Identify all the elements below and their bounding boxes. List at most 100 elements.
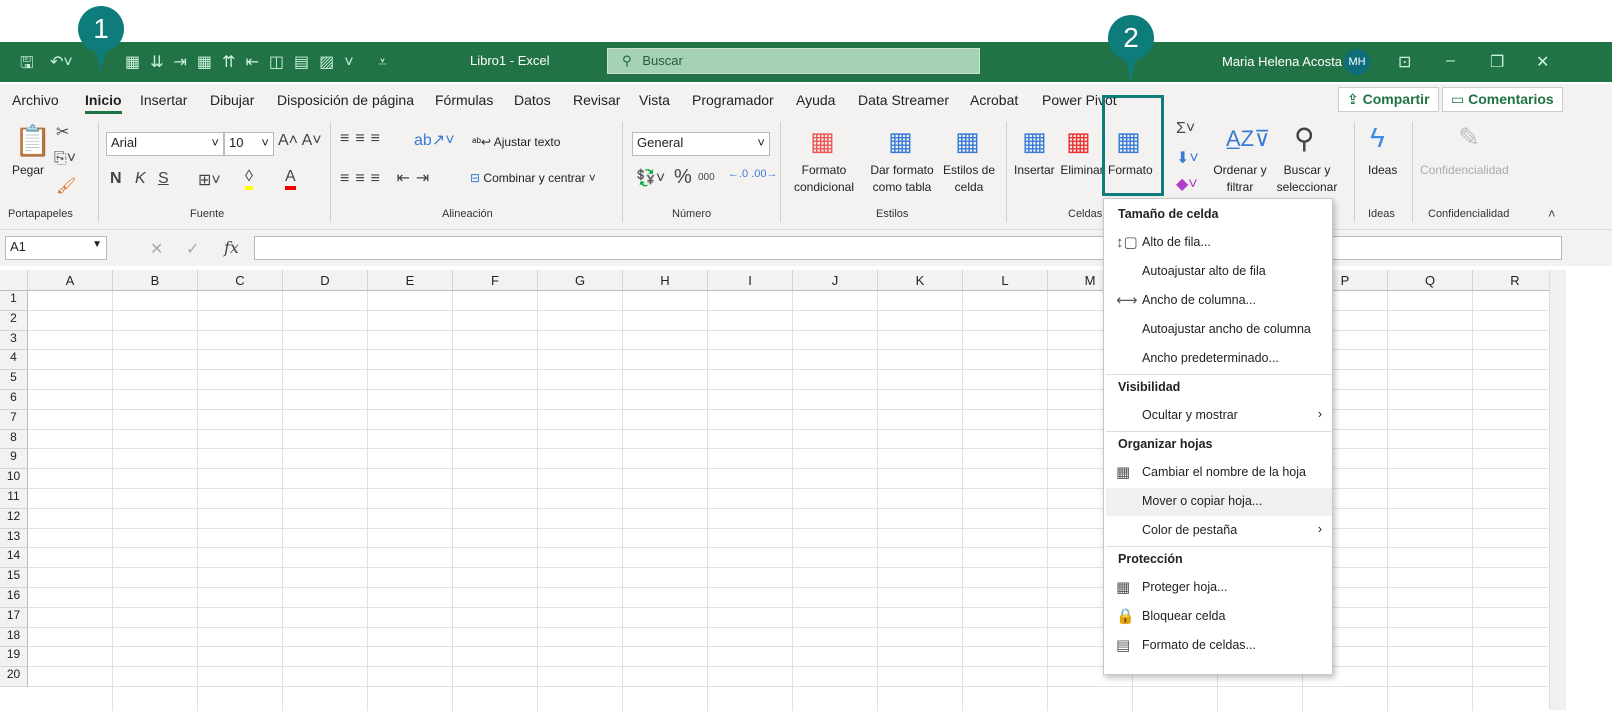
menu-item[interactable]: Autoajustar ancho de columna [1106, 316, 1332, 344]
tab-data-streamer[interactable]: Data Streamer [858, 92, 949, 108]
row-header[interactable]: 6 [0, 390, 28, 410]
font-name-select[interactable]: Arial ˅ [106, 132, 224, 156]
minimize-icon[interactable]: – [1446, 52, 1455, 70]
row-header[interactable]: 7 [0, 409, 28, 430]
autosum-icon[interactable]: Σ˅ [1176, 120, 1195, 138]
tab-revisar[interactable]: Revisar [573, 92, 620, 108]
tab-formulas[interactable]: Fórmulas [435, 92, 493, 108]
menu-item[interactable]: Ancho predeterminado... [1106, 345, 1332, 373]
currency-icon[interactable]: 💱˅ [636, 168, 665, 188]
merge-center-button[interactable]: ⊟ Combinar y centrar ˅ [470, 170, 596, 187]
delete-cells-button[interactable]: Eliminar [1060, 162, 1104, 179]
name-box[interactable]: A1 ▼ [5, 236, 107, 260]
column-header[interactable]: C [198, 270, 283, 291]
paste-button[interactable]: Pegar [12, 162, 44, 179]
insert-cells-icon[interactable]: ▦ [1022, 126, 1047, 157]
sort-filter-icon[interactable]: A̲Z⊽ [1226, 126, 1270, 152]
column-header[interactable]: B [113, 270, 198, 291]
fill-color-icon[interactable]: ◊ [245, 168, 253, 190]
bold-button[interactable]: N [110, 170, 122, 188]
row-header[interactable]: 3 [0, 330, 28, 351]
cell-styles-button[interactable]: Estilos de celda [940, 162, 998, 196]
row-header[interactable]: 18 [0, 627, 28, 648]
grow-font-icon[interactable]: A˄ A˅ [278, 132, 322, 150]
delete-cells-icon[interactable]: ▦ [1066, 126, 1091, 157]
underline-button[interactable]: S [158, 170, 169, 188]
menu-item[interactable]: ↕▢ Alto de fila... [1106, 229, 1332, 257]
number-format-select[interactable]: General ˅ [632, 132, 770, 156]
formula-input[interactable] [254, 236, 1562, 260]
menu-item[interactable]: Mover o copiar hoja... [1106, 488, 1332, 516]
enter-icon[interactable]: ✓ [186, 239, 199, 259]
clear-icon[interactable]: ◆˅ [1176, 174, 1198, 194]
column-header[interactable]: R [1473, 270, 1558, 291]
sort-filter-button[interactable]: Ordenar y filtrar [1210, 162, 1270, 196]
percent-icon[interactable]: % [674, 166, 692, 189]
tab-archivo[interactable]: Archivo [12, 92, 59, 108]
restore-icon[interactable]: ❐ [1490, 52, 1504, 72]
cancel-icon[interactable]: ✕ [150, 239, 163, 259]
wrap-text-button[interactable]: ᵃᵇ↩ Ajustar texto [472, 134, 560, 151]
quick-access-icons[interactable]: ▦⇊⇥▦⇈⇤◫▤▨˅ ⩡ [125, 52, 397, 72]
ribbon-display-icon[interactable]: ⊡ [1398, 52, 1411, 72]
find-icon[interactable]: ⚲ [1294, 122, 1315, 155]
borders-icon[interactable]: ⊞˅ [198, 170, 221, 190]
comments-button[interactable]: ▭ Comentarios [1442, 87, 1563, 112]
orientation-icon[interactable]: ab↗˅ [414, 130, 455, 150]
column-header[interactable]: H [623, 270, 708, 291]
column-header[interactable]: G [538, 270, 623, 291]
select-all-corner[interactable] [0, 270, 28, 291]
row-header[interactable]: 5 [0, 370, 28, 390]
row-header[interactable]: 10 [0, 469, 28, 489]
row-header[interactable]: 4 [0, 350, 28, 371]
collapse-ribbon-icon[interactable]: ˄ [1548, 206, 1556, 221]
row-header[interactable]: 19 [0, 647, 28, 668]
column-header[interactable]: L [963, 270, 1048, 291]
column-header[interactable]: F [453, 270, 538, 291]
vertical-align-icons[interactable]: ≡≡≡ [340, 130, 386, 148]
tab-vista[interactable]: Vista [639, 92, 670, 108]
row-header[interactable]: 17 [0, 607, 28, 628]
column-header[interactable]: K [878, 270, 963, 291]
conditional-format-button[interactable]: Formato condicional [786, 162, 862, 196]
column-header[interactable]: J [793, 270, 878, 291]
font-color-icon[interactable]: A [285, 168, 296, 190]
paste-icon[interactable]: 📋 [14, 124, 51, 159]
share-button[interactable]: ⇪ Compartir [1338, 87, 1439, 112]
font-size-select[interactable]: 10 ˅ [224, 132, 274, 156]
fill-icon[interactable]: ⬇˅ [1176, 148, 1199, 168]
cut-icon[interactable]: ✂ [56, 122, 69, 142]
tab-acrobat[interactable]: Acrobat [970, 92, 1018, 108]
menu-item[interactable]: Ocultar y mostrar › [1106, 402, 1332, 430]
row-header[interactable]: 11 [0, 489, 28, 509]
column-header[interactable]: D [283, 270, 368, 291]
row-header[interactable]: 12 [0, 508, 28, 529]
thousands-button[interactable]: 000 [698, 172, 715, 183]
row-header[interactable]: 2 [0, 310, 28, 331]
tab-programador[interactable]: Programador [692, 92, 774, 108]
cell-styles-icon[interactable]: ▦ [955, 126, 980, 157]
row-header[interactable]: 15 [0, 568, 28, 588]
decimal-icons[interactable]: ←.0 .00→ [728, 168, 778, 180]
table-format-button[interactable]: Dar formato como tabla [866, 162, 938, 196]
fx-icon[interactable]: fx [224, 238, 239, 257]
tab-ayuda[interactable]: Ayuda [796, 92, 835, 108]
row-header[interactable]: 20 [0, 667, 28, 687]
menu-item[interactable]: ⟷ Ancho de columna... [1106, 287, 1332, 315]
column-header[interactable]: E [368, 270, 453, 291]
copy-icon[interactable]: ⎘˅ [54, 150, 76, 168]
tab-dibujar[interactable]: Dibujar [210, 92, 254, 108]
search-input[interactable]: ⚲ Buscar [607, 48, 980, 74]
menu-item[interactable]: ▤ Formato de celdas... [1106, 632, 1332, 660]
undo-icon[interactable]: ↶˅ [50, 52, 73, 72]
row-header[interactable]: 1 [0, 291, 28, 311]
vertical-scrollbar[interactable] [1549, 270, 1566, 710]
ideas-button[interactable]: Ideas [1368, 162, 1397, 179]
horizontal-align-icons[interactable]: ≡≡≡ ⇤⇥ [340, 168, 435, 188]
find-select-button[interactable]: Buscar y seleccionar [1270, 162, 1344, 196]
row-header[interactable]: 8 [0, 429, 28, 450]
save-icon[interactable]: 🖫 [20, 52, 34, 79]
tab-datos[interactable]: Datos [514, 92, 551, 108]
format-painter-icon[interactable]: 🖌 [56, 176, 76, 196]
menu-item[interactable]: Autoajustar alto de fila [1106, 258, 1332, 286]
